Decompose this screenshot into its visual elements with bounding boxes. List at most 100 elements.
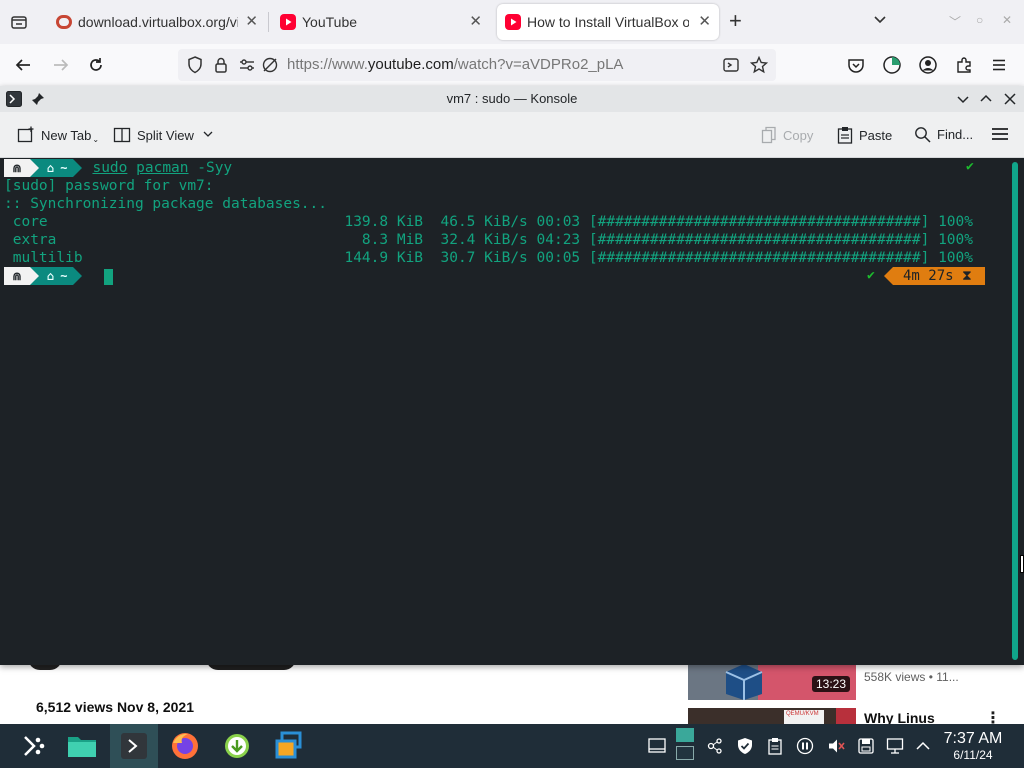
prompt-home-segment: ⌂ ~ [39, 267, 74, 285]
storage-icon[interactable] [856, 736, 876, 756]
home-icon: ⌂ [47, 161, 55, 175]
hamburger-menu-icon[interactable] [991, 126, 1009, 142]
terminal-scrollbar[interactable] [1012, 162, 1018, 660]
os-glyph-icon: ⋒ [4, 159, 30, 177]
terminal-line: extra 8.3 MiB 32.4 KiB/s 04:23 [########… [4, 232, 974, 248]
video-views-date: 6,512 views Nov 8, 2021 [36, 699, 194, 715]
split-view-button[interactable]: Split View [113, 126, 214, 144]
related-video-meta: 558K views • 11... [864, 670, 959, 684]
downloader-icon[interactable] [213, 724, 261, 768]
tab-youtube[interactable]: YouTube ✕ [272, 4, 490, 40]
konsole-taskbar-icon[interactable] [110, 724, 158, 768]
prompt-dir: ~ [60, 269, 68, 283]
file-manager-icon[interactable] [58, 724, 106, 768]
extension-status-icon[interactable] [881, 54, 903, 76]
tracking-blocked-icon[interactable] [259, 54, 281, 76]
app-launcher-icon[interactable] [10, 724, 58, 768]
new-tab-plus-icon[interactable]: + [729, 9, 742, 33]
browser-tab-bar: download.virtualbox.org/vi ✕ YouTube ✕ H… [0, 0, 1024, 44]
show-desktop-icon[interactable] [647, 736, 667, 756]
hamburger-menu-icon[interactable] [988, 54, 1010, 76]
close-window-icon[interactable]: ✕ [1002, 13, 1012, 27]
tab-overview-icon[interactable] [8, 11, 30, 33]
related-video-thumbnail[interactable]: QEMU/KVM [688, 708, 856, 724]
minimize-icon[interactable]: ﹀ [949, 13, 961, 30]
network-wired-icon[interactable] [885, 736, 905, 756]
account-icon[interactable] [917, 54, 939, 76]
thumbnail-art [836, 708, 856, 724]
shell-command: sudo pacman -Syy [92, 160, 232, 176]
tab-label: How to Install VirtualBox o [527, 14, 689, 30]
desktop-2[interactable] [676, 746, 694, 760]
extensions-puzzle-icon[interactable] [953, 54, 975, 76]
new-tab-label: New Tab [41, 127, 92, 143]
back-arrow-icon[interactable] [12, 54, 34, 76]
shield-icon[interactable] [184, 54, 206, 76]
oracle-icon [56, 15, 72, 29]
clock-time[interactable]: 7:37 AM [938, 730, 1008, 748]
video-duration: 13:23 [812, 676, 851, 692]
powerline-separator [884, 267, 893, 285]
copy-button[interactable]: Copy [761, 126, 813, 144]
url-text[interactable]: https://www.youtube.com/watch?v=aVDPRo2_… [287, 56, 623, 73]
paste-button[interactable]: Paste [837, 126, 892, 144]
prompt-dir: ~ [60, 161, 68, 175]
clock-date[interactable]: 6/11/24 [938, 748, 1008, 762]
copy-label: Copy [783, 127, 814, 143]
command-pacman: pacman [136, 160, 189, 176]
maximize-icon[interactable]: ○ [976, 13, 983, 27]
paste-label: Paste [859, 127, 893, 143]
tab-virtualbox-download[interactable]: download.virtualbox.org/vi ✕ [48, 4, 266, 40]
close-icon[interactable]: ✕ [245, 14, 258, 30]
tab-label: YouTube [302, 14, 358, 30]
mouse-pointer [1020, 555, 1024, 573]
elapsed-time-badge: 4m 27s ⧗ [893, 267, 985, 285]
minimize-icon[interactable] [954, 90, 972, 108]
terminal-line: :: Synchronizing package databases... [4, 196, 328, 212]
maximize-icon[interactable] [977, 90, 995, 108]
close-icon[interactable]: ✕ [698, 14, 711, 30]
chevron-up-icon[interactable] [913, 736, 933, 756]
find-button[interactable]: Find... [914, 126, 973, 143]
media-pause-icon[interactable] [795, 736, 815, 756]
virtual-desktop-pager[interactable] [676, 728, 694, 764]
reload-icon[interactable] [85, 54, 107, 76]
terminal-line: core 139.8 KiB 46.5 KiB/s 00:03 [#######… [4, 214, 974, 230]
clipboard-icon[interactable] [765, 736, 785, 756]
youtube-icon [505, 14, 521, 30]
virtualbox-icon[interactable] [265, 724, 313, 768]
lock-icon[interactable] [210, 54, 232, 76]
url-prefix: https://www. [287, 56, 368, 73]
pocket-icon[interactable] [845, 54, 867, 76]
reader-view-icon[interactable] [720, 54, 742, 76]
home-icon: ⌂ [47, 269, 55, 283]
permissions-icon[interactable] [236, 54, 258, 76]
new-tab-button[interactable]: New Tab ⌄ [17, 126, 99, 144]
security-shield-icon[interactable] [735, 736, 755, 756]
powerline-separator [30, 267, 39, 285]
kde-connect-icon[interactable] [705, 736, 725, 756]
terminal-line: multilib 144.9 KiB 30.7 KiB/s 00:05 [###… [4, 250, 974, 266]
konsole-toolbar: New Tab ⌄ Split View Copy Paste Find... [0, 112, 1024, 158]
desktop-1[interactable] [676, 728, 694, 742]
close-icon[interactable]: ✕ [469, 14, 482, 30]
search-icon [914, 126, 931, 143]
volume-muted-icon[interactable] [826, 736, 846, 756]
paste-icon [837, 126, 853, 144]
chevron-down-icon[interactable] [872, 12, 888, 33]
copy-icon [761, 126, 777, 144]
elapsed-time: 4m 27s [903, 268, 954, 284]
hourglass-icon: ⧗ [962, 268, 972, 284]
bookmark-star-icon[interactable] [748, 54, 770, 76]
window-title: vm7 : sudo — Konsole [446, 91, 578, 106]
firefox-icon[interactable] [161, 724, 209, 768]
tab-separator [268, 12, 269, 32]
prompt-home-segment: ⌂ ~ [39, 159, 74, 177]
forward-arrow-icon[interactable] [50, 54, 72, 76]
konsole-titlebar[interactable]: vm7 : sudo — Konsole [0, 86, 1024, 112]
tab-how-to-install-virtualbox[interactable]: How to Install VirtualBox o ✕ [497, 4, 719, 40]
terminal-output[interactable]: ⋒ ⌂ ~ sudo pacman -Syy ✔ [sudo] password … [0, 158, 1024, 665]
address-bar[interactable]: https://www.youtube.com/watch?v=aVDPRo2_… [178, 49, 776, 81]
close-icon[interactable] [1001, 90, 1019, 108]
new-tab-icon [17, 126, 35, 144]
